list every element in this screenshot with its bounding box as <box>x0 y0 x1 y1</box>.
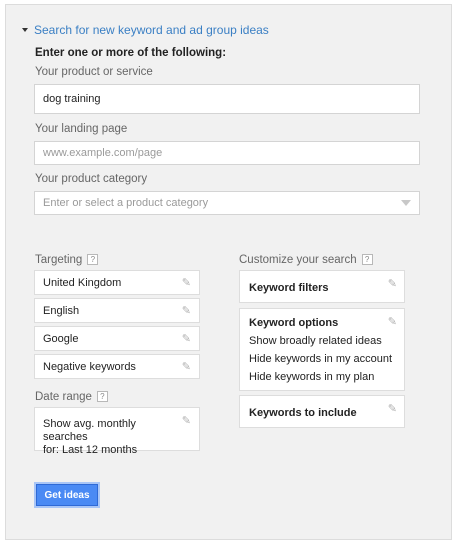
customize-label: Customize your search <box>239 254 357 266</box>
pencil-icon: ✎ <box>181 361 191 373</box>
date-range-line-2: for: Last 12 months <box>43 444 138 456</box>
section-title: Search for new keyword and ad group idea… <box>34 23 269 37</box>
targeting-language-label: English <box>43 304 80 317</box>
get-ideas-button[interactable]: Get ideas <box>36 484 98 506</box>
keyword-filters-title: Keyword filters <box>249 282 329 294</box>
dropdown-caret-icon <box>401 200 411 206</box>
targeting-location[interactable]: United Kingdom ✎ <box>34 270 200 295</box>
product-category-label: Your product category <box>35 173 148 185</box>
targeting-network[interactable]: Google ✎ <box>34 326 200 351</box>
targeting-network-label: Google <box>43 332 79 345</box>
targeting-label-row: Targeting? <box>35 254 99 266</box>
help-icon[interactable]: ? <box>87 254 99 265</box>
date-range-label: Date range <box>35 391 92 403</box>
landing-page-input[interactable] <box>34 141 420 165</box>
targeting-location-label: United Kingdom <box>43 276 122 289</box>
keywords-to-include-box[interactable]: Keywords to include ✎ <box>239 395 405 428</box>
keyword-options-title: Keyword options <box>249 317 339 329</box>
instructions-heading: Enter one or more of the following: <box>35 47 227 59</box>
help-icon[interactable]: ? <box>96 391 108 402</box>
product-category-placeholder: Enter or select a product category <box>43 197 209 209</box>
date-range-line-1: Show avg. monthly searches <box>43 418 136 443</box>
date-range-label-row: Date range? <box>35 391 108 403</box>
product-input[interactable] <box>34 84 420 114</box>
section-toggle[interactable]: Search for new keyword and ad group idea… <box>22 23 269 37</box>
pencil-icon: ✎ <box>387 316 397 328</box>
targeting-negative-keywords-label: Negative keywords <box>43 360 136 373</box>
product-label: Your product or service <box>35 66 153 78</box>
keyword-option-line: Hide keywords in my account <box>249 353 393 365</box>
keyword-options-box[interactable]: Keyword options Show broadly related ide… <box>239 308 405 391</box>
targeting-label: Targeting <box>35 254 83 266</box>
targeting-language[interactable]: English ✎ <box>34 298 200 323</box>
keyword-ideas-panel: Search for new keyword and ad group idea… <box>5 4 452 540</box>
keyword-filters-box[interactable]: Keyword filters ✎ <box>239 270 405 303</box>
pencil-icon: ✎ <box>387 403 397 415</box>
landing-page-label: Your landing page <box>35 123 128 135</box>
product-category-select[interactable]: Enter or select a product category <box>34 191 420 215</box>
date-range-text: Show avg. monthly searches for: Last 12 … <box>43 418 182 457</box>
pencil-icon: ✎ <box>181 305 191 317</box>
targeting-negative-keywords[interactable]: Negative keywords ✎ <box>34 354 200 379</box>
pencil-icon: ✎ <box>387 278 397 290</box>
help-icon[interactable]: ? <box>361 254 373 265</box>
pencil-icon: ✎ <box>181 415 191 427</box>
keyword-option-line: Hide keywords in my plan <box>249 371 375 383</box>
keyword-option-line: Show broadly related ideas <box>249 335 382 347</box>
pencil-icon: ✎ <box>181 333 191 345</box>
collapse-triangle-icon <box>22 28 28 32</box>
date-range-box[interactable]: Show avg. monthly searches for: Last 12 … <box>34 407 200 456</box>
pencil-icon: ✎ <box>181 277 191 289</box>
keywords-to-include-title: Keywords to include <box>249 407 357 419</box>
customize-label-row: Customize your search? <box>239 254 373 266</box>
